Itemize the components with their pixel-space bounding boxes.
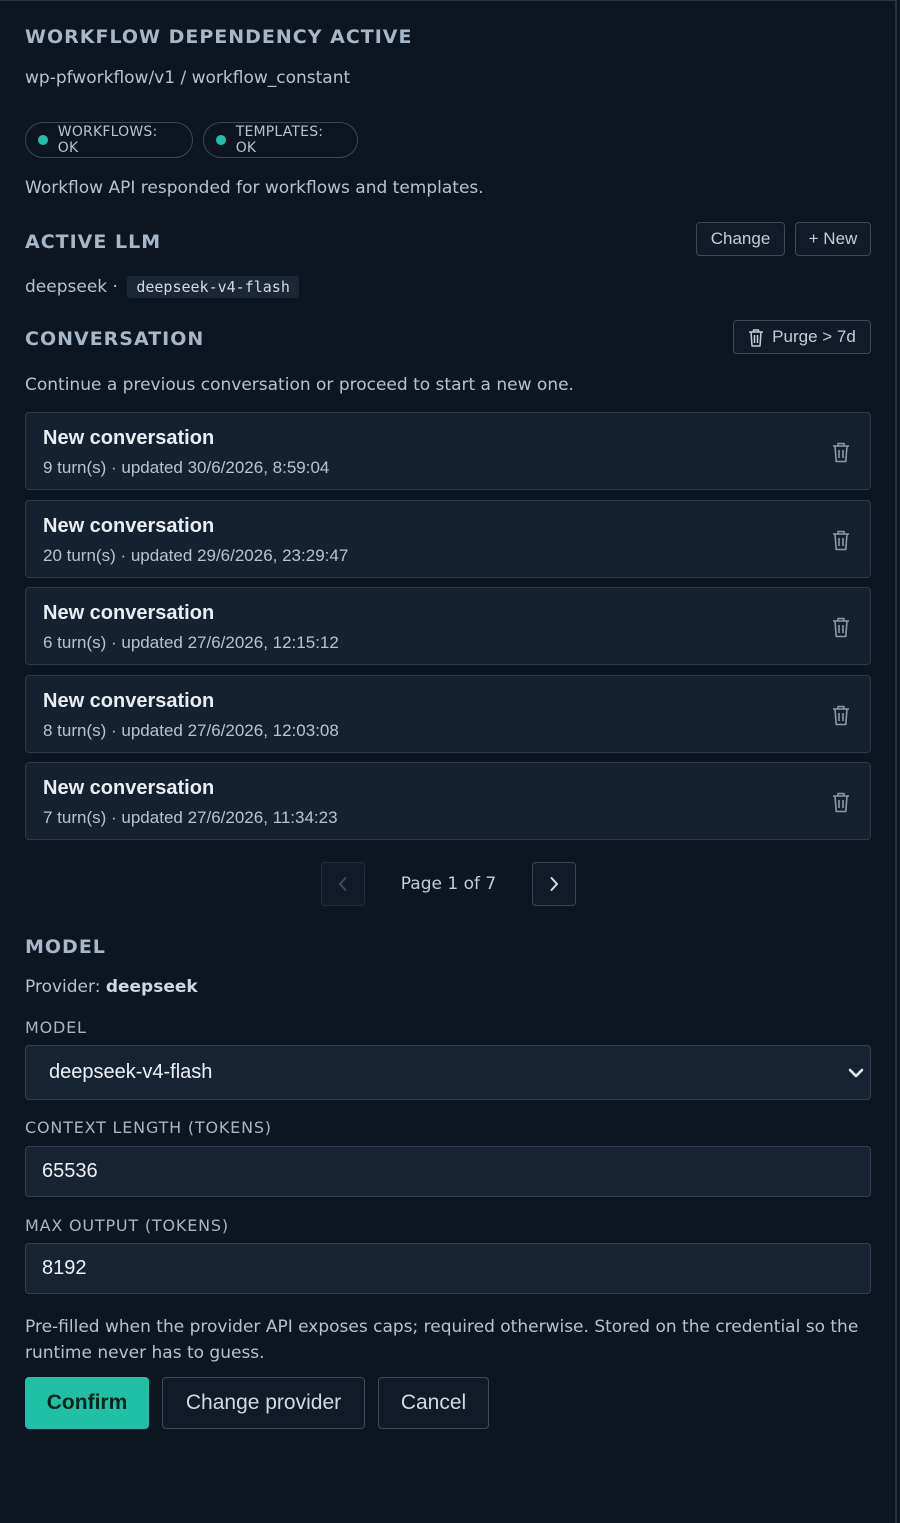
next-page-button[interactable] [532, 862, 576, 906]
help-line: Pre-filled when the provider API exposes… [25, 1317, 859, 1337]
conversation-item[interactable]: New conversation 9 turn(s) · updated 30/… [25, 412, 871, 490]
dependency-path: wp-pfworkflow/v1 / workflow_constant [25, 68, 351, 88]
conversation-meta: 6 turn(s) · updated 27/6/2026, 12:15:12 [43, 633, 339, 652]
conversation-item[interactable]: New conversation 20 turn(s) · updated 29… [25, 500, 871, 578]
provider-prefix: Provider: [25, 977, 101, 997]
status-badge-label: TEMPLATES: OK [235, 124, 324, 156]
conversation-item[interactable]: New conversation 8 turn(s) · updated 27/… [25, 675, 871, 753]
max-output-value: 8192 [42, 1257, 87, 1279]
confirm-button[interactable]: Confirm [25, 1377, 149, 1429]
separator: · [112, 277, 118, 297]
conversation-meta: 9 turn(s) · updated 30/6/2026, 8:59:04 [43, 458, 330, 477]
page-indicator: Page 1 of 7 [400, 874, 497, 894]
status-badge-templates: TEMPLATES: OK [203, 122, 358, 158]
status-dot-icon [38, 135, 48, 145]
active-llm-line: deepseek · deepseek-v4-flash [25, 276, 299, 298]
help-line: runtime never has to guess. [25, 1343, 265, 1363]
chevron-left-icon [339, 877, 347, 891]
purge-button[interactable]: Purge > 7d [733, 320, 871, 354]
change-llm-button[interactable]: Change [696, 222, 785, 256]
status-badge-workflows: WORKFLOWS: OK [25, 122, 193, 158]
conversation-hint: Continue a previous conversation or proc… [25, 375, 574, 395]
max-output-input[interactable]: 8192 [25, 1243, 871, 1294]
model-section-title: MODEL [25, 936, 106, 958]
active-llm-model: deepseek-v4-flash [127, 276, 299, 298]
conversation-title-text: New conversation [43, 602, 215, 624]
conversation-meta: 7 turn(s) · updated 27/6/2026, 11:34:23 [43, 808, 338, 827]
conversation-title-text: New conversation [43, 690, 215, 712]
conversation-title: CONVERSATION [25, 328, 205, 350]
conversation-item[interactable]: New conversation 6 turn(s) · updated 27/… [25, 587, 871, 665]
dependency-message: Workflow API responded for workflows and… [25, 178, 484, 198]
chevron-right-icon [550, 877, 558, 891]
dependency-title: WORKFLOW DEPENDENCY ACTIVE [25, 26, 413, 48]
provider-line: Provider: deepseek [25, 977, 198, 997]
model-select-value: deepseek-v4-flash [49, 1061, 213, 1083]
context-length-value: 65536 [42, 1160, 98, 1182]
conversation-meta: 8 turn(s) · updated 27/6/2026, 12:03:08 [43, 721, 339, 740]
provider-name: deepseek [105, 977, 198, 997]
status-dot-icon [216, 135, 226, 145]
conversation-title-text: New conversation [43, 515, 215, 537]
conversation-item[interactable]: New conversation 7 turn(s) · updated 27/… [25, 762, 871, 840]
chevron-down-icon [848, 1068, 864, 1078]
context-length-input[interactable]: 65536 [25, 1146, 871, 1197]
model-label: MODEL [25, 1018, 87, 1037]
cancel-button[interactable]: Cancel [378, 1377, 489, 1429]
conversation-meta: 20 turn(s) · updated 29/6/2026, 23:29:47 [43, 546, 349, 565]
delete-conversation-icon[interactable] [832, 791, 850, 813]
conversation-title-text: New conversation [43, 427, 215, 449]
delete-conversation-icon[interactable] [832, 616, 850, 638]
active-llm-title: ACTIVE LLM [25, 231, 162, 253]
context-length-label: CONTEXT LENGTH (TOKENS) [25, 1118, 272, 1137]
conversation-title-text: New conversation [43, 777, 215, 799]
purge-label: Purge > 7d [772, 327, 856, 346]
new-llm-button[interactable]: + New [795, 222, 871, 256]
status-badge-label: WORKFLOWS: OK [57, 124, 158, 156]
delete-conversation-icon[interactable] [832, 529, 850, 551]
trash-icon [749, 328, 764, 347]
model-select[interactable]: deepseek-v4-flash [25, 1045, 871, 1100]
delete-conversation-icon[interactable] [832, 704, 850, 726]
prev-page-button[interactable] [321, 862, 365, 906]
active-llm-provider: deepseek [25, 277, 108, 297]
model-help-text: Pre-filled when the provider API exposes… [25, 1314, 858, 1366]
change-provider-button[interactable]: Change provider [162, 1377, 365, 1429]
max-output-label: MAX OUTPUT (TOKENS) [25, 1216, 229, 1235]
delete-conversation-icon[interactable] [832, 441, 850, 463]
